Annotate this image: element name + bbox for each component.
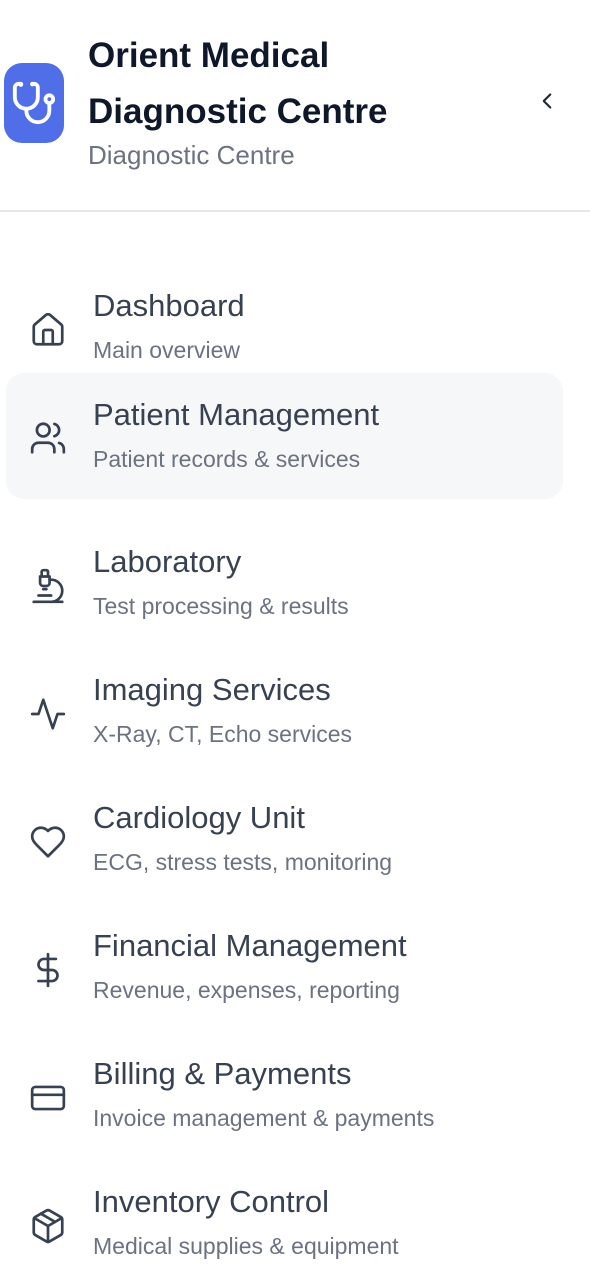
credit-card-icon (28, 1078, 68, 1118)
nav-item-label: Laboratory (93, 544, 242, 579)
nav-item-description: Test processing & results (93, 593, 349, 619)
nav-item-description: Revenue, expenses, reporting (93, 977, 400, 1003)
home-icon (28, 310, 68, 350)
dollar-icon (28, 950, 68, 990)
nav-item-label: Dashboard (93, 288, 245, 323)
chevron-left-icon (534, 88, 560, 119)
nav-item-label: Inventory Control (93, 1184, 330, 1219)
nav-item-description: Main overview (93, 337, 240, 363)
nav-item-label: Financial Management (93, 928, 407, 963)
collapse-sidebar-button[interactable] (530, 86, 564, 120)
nav-item-description: X-Ray, CT, Echo services (93, 721, 353, 747)
nav-item-description: ECG, stress tests, monitoring (93, 849, 393, 875)
nav-item-description: Medical supplies & equipment (93, 1233, 399, 1259)
nav-item-label: Cardiology Unit (93, 800, 305, 835)
nav-item-label: Billing & Payments (93, 1056, 352, 1091)
app-logo (4, 63, 64, 143)
stethoscope-icon (11, 80, 57, 126)
nav-item-patient-management[interactable]: Patient Management Patient records & ser… (6, 373, 563, 499)
nav-item-inventory-control[interactable]: Inventory Control Medical supplies & equ… (6, 1160, 563, 1286)
nav-item-financial-management[interactable]: Financial Management Revenue, expenses, … (6, 904, 563, 1030)
nav-item-description: Patient records & services (93, 446, 361, 472)
microscope-icon (28, 566, 68, 606)
app-subtitle: Diagnostic Centre (88, 140, 295, 170)
nav-item-imaging-services[interactable]: Imaging Services X-Ray, CT, Echo service… (6, 648, 563, 774)
package-icon (28, 1206, 68, 1246)
heart-icon (28, 822, 68, 862)
nav-item-billing-payments[interactable]: Billing & Payments Invoice management & … (6, 1032, 563, 1158)
nav-item-dashboard[interactable]: Dashboard Main overview (6, 264, 563, 390)
nav-item-label: Imaging Services (93, 672, 331, 707)
nav-item-description: Invoice management & payments (93, 1105, 435, 1131)
nav-item-cardiology-unit[interactable]: Cardiology Unit ECG, stress tests, monit… (6, 776, 563, 902)
nav-item-laboratory[interactable]: Laboratory Test processing & results (6, 520, 563, 646)
activity-icon (28, 694, 68, 734)
app-title: Orient Medical Diagnostic Centre (88, 36, 388, 131)
sidebar-header: Orient Medical Diagnostic Centre Diagnos… (0, 0, 590, 212)
nav-item-label: Patient Management (93, 397, 380, 432)
users-icon (28, 418, 68, 458)
